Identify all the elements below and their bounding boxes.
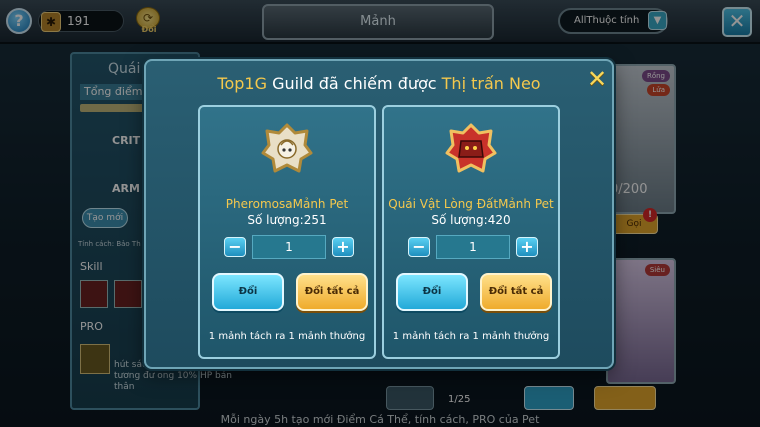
shard-card: Quái Vật Lòng ĐấtMảnh Pet Số lượng:420 −…	[382, 105, 560, 359]
quantity-input[interactable]: 1	[436, 235, 510, 259]
exchange-dialog: Top1G Guild đã chiếm được Thị trấn Neo ✕…	[144, 59, 614, 369]
exchange-note: 1 mảnh tách ra 1 mảnh thưởng	[208, 331, 366, 342]
quantity-stepper: − 1 +	[408, 235, 538, 259]
exchange-all-button[interactable]: Đổi tất cả	[480, 273, 552, 311]
decrease-button[interactable]: −	[224, 237, 246, 257]
increase-button[interactable]: +	[332, 237, 354, 257]
title-text: Guild đã chiếm được	[266, 74, 442, 93]
shard-card: PheromosaMảnh Pet Số lượng:251 − 1 + Đổi…	[198, 105, 376, 359]
guild-name: Top1G	[217, 74, 267, 93]
pheromosa-shard-icon	[261, 123, 313, 173]
exchange-button[interactable]: Đổi	[396, 273, 468, 311]
exchange-button[interactable]: Đổi	[212, 273, 284, 311]
quantity-input[interactable]: 1	[252, 235, 326, 259]
shard-name: PheromosaMảnh Pet	[225, 197, 349, 211]
decrease-button[interactable]: −	[408, 237, 430, 257]
close-icon[interactable]: ✕	[586, 67, 608, 91]
shard-quantity: Số lượng:251	[247, 213, 327, 227]
shard-name: Quái Vật Lòng ĐấtMảnh Pet	[388, 197, 554, 211]
quantity-stepper: − 1 +	[224, 235, 354, 259]
exchange-all-button[interactable]: Đổi tất cả	[296, 273, 368, 311]
increase-button[interactable]: +	[516, 237, 538, 257]
shard-quantity: Số lượng:420	[431, 213, 511, 227]
exchange-note: 1 mảnh tách ra 1 mảnh thưởng	[392, 331, 550, 342]
quai-vat-long-dat-shard-icon	[445, 123, 497, 173]
town-name: Thị trấn Neo	[441, 74, 541, 93]
dialog-title: Top1G Guild đã chiếm được Thị trấn Neo	[146, 74, 612, 93]
